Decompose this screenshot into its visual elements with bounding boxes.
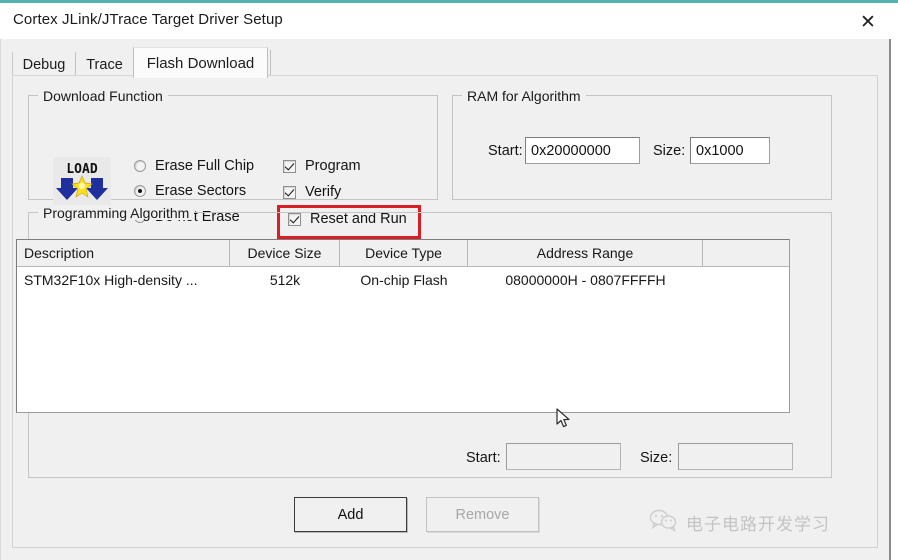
- algorithm-start-input[interactable]: [506, 443, 621, 470]
- cell-address-range: 08000000H - 0807FFFFH: [505, 272, 666, 288]
- radio-erase-full-chip[interactable]: Erase Full Chip: [134, 158, 254, 174]
- table-header-row: Description Device Size Device Type Addr…: [17, 240, 789, 267]
- cell-device-size: 512k: [269, 272, 301, 288]
- radio-erase-full-chip-label: Erase Full Chip: [155, 158, 255, 174]
- tab-trace-label: Trace: [86, 56, 123, 73]
- wechat-icon: [648, 508, 678, 537]
- tab-separator: [270, 50, 271, 77]
- mouse-cursor: [556, 408, 572, 430]
- tab-flash-download-label: Flash Download: [146, 54, 255, 72]
- algorithm-start-label: Start:: [466, 450, 501, 466]
- table-row[interactable]: STM32F10x High-density ... 512k On-chip …: [17, 266, 789, 294]
- dialog-body: Debug Trace Flash Download Download Func…: [0, 39, 890, 560]
- ram-size-input[interactable]: 0x1000: [690, 137, 770, 164]
- programming-algorithm-table[interactable]: Description Device Size Device Type Addr…: [16, 239, 790, 413]
- ram-start-input[interactable]: 0x20000000: [525, 137, 640, 164]
- close-icon[interactable]: ✕: [846, 7, 890, 37]
- ram-size-label: Size:: [653, 143, 686, 159]
- programming-algorithm-legend: Programming Algorithm: [38, 206, 195, 220]
- ram-for-algorithm-legend: RAM for Algorithm: [462, 89, 586, 103]
- table-header-spacer[interactable]: [703, 240, 789, 266]
- algorithm-size-input[interactable]: [678, 443, 793, 470]
- table-header-device-size[interactable]: Device Size: [230, 240, 340, 266]
- radio-erase-full-chip-indicator: [134, 160, 146, 172]
- dialog-window: Cortex JLink/JTrace Target Driver Setup …: [0, 0, 898, 560]
- checkbox-program-indicator: [283, 159, 296, 173]
- table-header-description[interactable]: Description: [17, 240, 230, 266]
- radio-erase-sectors[interactable]: Erase Sectors: [134, 183, 246, 199]
- ram-start-label: Start:: [488, 143, 523, 159]
- radio-erase-sectors-indicator: [134, 185, 146, 197]
- cell-description: STM32F10x High-density ...: [24, 272, 198, 288]
- download-function-legend: Download Function: [38, 89, 168, 103]
- dialog-right-border: [889, 39, 891, 560]
- tab-debug-label: Debug: [22, 56, 66, 73]
- checkbox-verify[interactable]: Verify: [283, 184, 341, 200]
- watermark: 电子电路开发学习: [648, 508, 830, 537]
- checkbox-verify-indicator: [283, 185, 296, 199]
- watermark-text: 电子电路开发学习: [686, 515, 830, 535]
- algorithm-size-label: Size:: [640, 450, 673, 466]
- load-icon: LOAD: [53, 157, 111, 205]
- checkbox-program-label: Program: [305, 158, 361, 174]
- tab-flash-download[interactable]: Flash Download: [133, 47, 268, 78]
- checkbox-verify-label: Verify: [305, 184, 342, 200]
- table-header-address-range[interactable]: Address Range: [468, 240, 703, 266]
- dialog-left-border: [0, 39, 1, 560]
- tab-trace[interactable]: Trace: [75, 52, 133, 77]
- title-bar: Cortex JLink/JTrace Target Driver Setup …: [0, 3, 898, 39]
- table-header-device-type[interactable]: Device Type: [340, 240, 468, 266]
- remove-button[interactable]: Remove: [426, 497, 539, 532]
- svg-text:LOAD: LOAD: [66, 162, 97, 177]
- cell-device-type: On-chip Flash: [360, 272, 448, 288]
- radio-erase-sectors-label: Erase Sectors: [155, 183, 247, 199]
- add-button[interactable]: Add: [294, 497, 407, 532]
- tab-strip: Debug Trace Flash Download: [12, 47, 878, 78]
- tab-debug[interactable]: Debug: [12, 52, 75, 77]
- window-title: Cortex JLink/JTrace Target Driver Setup: [13, 11, 283, 28]
- checkbox-program[interactable]: Program: [283, 158, 361, 174]
